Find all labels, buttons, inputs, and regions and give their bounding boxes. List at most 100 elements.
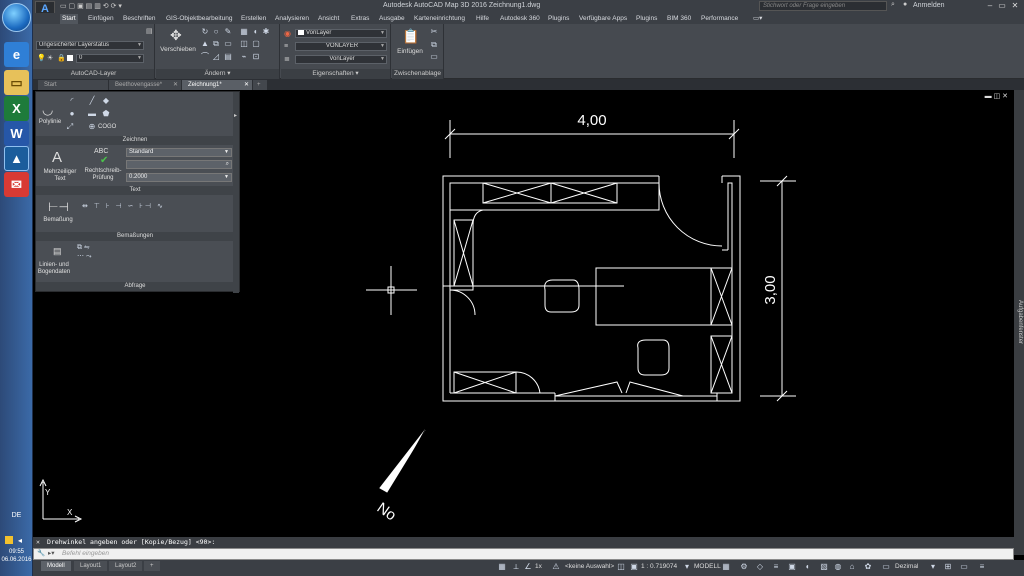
task-palette-label[interactable]: Aufgabenfenster (1015, 300, 1023, 350)
stretch-icon[interactable]: ◐ (252, 28, 260, 36)
list-icon[interactable]: ▤ (53, 246, 62, 257)
lock-icon[interactable]: ▣ (629, 562, 639, 572)
rectangle-icon[interactable]: ▬ (88, 110, 96, 118)
add-layout-button[interactable]: + (144, 561, 160, 571)
file-tab-beethovengasse[interactable]: Beethovengasse* ✕ (109, 80, 181, 90)
tab-beschriften[interactable]: Beschriften (121, 14, 158, 24)
quick-properties-icon[interactable]: ⊞ (943, 562, 953, 572)
selection-filter-icon[interactable]: ◫ (616, 562, 626, 572)
extend-icon[interactable]: ▤ (224, 53, 232, 61)
color-dropdown[interactable]: VonLayer ▼ (295, 29, 387, 38)
panel-title-zwischenablage[interactable]: Zwischenablage (392, 69, 443, 79)
lineweight-dropdown[interactable]: VonLayer ▼ (295, 55, 387, 64)
trim-icon[interactable]: ▢ (252, 40, 260, 48)
dimension-icon[interactable]: ⊢⊣ (48, 200, 69, 214)
text-find-field[interactable]: ⌕ (126, 160, 232, 169)
mail-icon[interactable]: ✉ (4, 172, 29, 197)
spellcheck-icon[interactable]: ✔ (100, 155, 108, 166)
panel-handle[interactable]: ▸ (233, 92, 239, 293)
osnap-icon[interactable]: ◇ (755, 562, 765, 572)
move-icon[interactable]: ✥ (170, 27, 182, 44)
annotation-scale[interactable]: 1x (535, 563, 542, 570)
settings-icon[interactable]: ✿ (863, 562, 873, 572)
mirror-icon[interactable]: ▲ (201, 40, 209, 48)
layer-freeze-icon[interactable]: ☀ (47, 54, 53, 62)
panel-title-abfrage[interactable]: Abfrage (36, 282, 234, 291)
fillet-icon[interactable]: ⌒ (201, 53, 209, 61)
dimension-tools-icons[interactable]: ⇹ ⊤ ⊦ ⊣ ∽ ⊦⊣ ∿ (82, 202, 165, 210)
join-icon[interactable]: ⌁ (240, 53, 248, 61)
volume-icon[interactable]: ◂ (18, 536, 22, 545)
query-list-button[interactable]: Linien- und Bogendaten (36, 262, 72, 276)
layout-tab-layout1[interactable]: Layout1 (74, 561, 108, 571)
copy-clip-icon[interactable]: ⧉ (430, 41, 438, 49)
cut-icon[interactable]: ✂ (430, 28, 438, 36)
tab-analysieren[interactable]: Analysieren (273, 14, 311, 24)
explode-icon[interactable]: ✱ (262, 28, 270, 36)
isolate-icon[interactable]: ◐ (803, 562, 813, 572)
chamfer-icon[interactable]: ◿ (212, 53, 220, 61)
tab-hilfe[interactable]: Hilfe (474, 14, 491, 24)
tab-plugins[interactable]: Plugins (546, 14, 571, 24)
selection-status[interactable]: <keine Auswahl> (565, 563, 614, 570)
text-style-dropdown[interactable]: Standard ▼ (126, 148, 232, 157)
minimize-icon[interactable]: – (984, 1, 996, 11)
word-icon[interactable]: W (4, 121, 29, 146)
polygon-icon[interactable]: ⬟ (102, 110, 110, 118)
tab-start[interactable]: Start (60, 14, 78, 24)
close-icon[interactable]: ✕ (1009, 1, 1021, 11)
layout-tab-modell[interactable]: Modell (41, 561, 71, 571)
windows-start-button[interactable] (2, 3, 31, 32)
snap-icon[interactable]: ▦ (721, 562, 731, 572)
tab-performance[interactable]: Performance (699, 14, 740, 24)
linetype-dropdown[interactable]: VONLAYER ▼ (295, 42, 387, 51)
excel-icon[interactable]: X (4, 96, 29, 121)
workspace-icon[interactable]: ⚙ (739, 562, 749, 572)
tab-verfuegbare-apps[interactable]: Verfügbare Apps (577, 14, 629, 24)
tab-karteneinrichtung[interactable]: Karteneinrichtung (412, 14, 467, 24)
wrench-icon[interactable]: 🔧 (37, 549, 45, 559)
cogo-button[interactable]: COGO (98, 124, 120, 131)
hardware-accel-icon[interactable]: ▧ (819, 562, 829, 572)
ribbon-options-icon[interactable]: ▭▾ (751, 14, 764, 24)
text-height-dropdown[interactable]: 0.2000 ▼ (126, 173, 232, 182)
tab-plugins-2[interactable]: Plugins (634, 14, 659, 24)
viewport-scale[interactable]: 1 : 0.719074 (641, 563, 677, 570)
sign-in-link[interactable]: Anmelden (913, 2, 945, 9)
panel-title-eigenschaften[interactable]: Eigenschaften ▾ (281, 69, 390, 79)
array-icon[interactable]: ▦ (240, 28, 248, 36)
command-close-icon[interactable]: ✕ (36, 537, 40, 548)
help-search-input[interactable]: Stichwort oder Frage eingeben (759, 1, 887, 11)
transparency-icon[interactable]: ▣ (787, 562, 797, 572)
command-line[interactable]: 🔧 ▸▾ Befehl eingeben (33, 548, 1014, 560)
move-button[interactable]: Verschieben (159, 46, 197, 54)
quick-access-toolbar[interactable]: ▭ ▢ ▣ ▤ ▥ ⟲ ⟳ ▾ (60, 2, 122, 10)
polyline-button[interactable]: Polylinie (36, 119, 64, 126)
match-icon[interactable]: ▭ (430, 53, 438, 61)
layer-bulb-icon[interactable]: 💡 (37, 54, 46, 62)
file-explorer-icon[interactable]: ▭ (4, 70, 29, 95)
close-icon[interactable]: ✕ (173, 80, 178, 90)
lineweight-icon[interactable]: ≣ (284, 55, 290, 63)
layer-properties-icon[interactable]: ▤ (146, 27, 153, 35)
match-properties-icon[interactable]: ◉ (284, 29, 291, 38)
arc-icon[interactable]: ◜ (68, 97, 76, 105)
dimension-button[interactable]: Bemaßung (38, 217, 78, 224)
polar-icon[interactable]: ∠ (523, 562, 533, 572)
offset-icon[interactable]: ▭ (224, 40, 232, 48)
panel-title-zeichnen[interactable]: Zeichnen (36, 136, 234, 145)
tab-gis-objektbearbeitung[interactable]: GIS-Objektbearbeitung (164, 14, 234, 24)
restore-icon[interactable]: ▭ (996, 1, 1008, 11)
panel-title-layer[interactable]: AutoCAD-Layer (33, 69, 154, 79)
scale-icon[interactable]: ◫ (240, 40, 248, 48)
internet-explorer-icon[interactable]: e (4, 42, 29, 67)
tab-bim-360[interactable]: BIM 360 (665, 14, 693, 24)
erase-icon[interactable]: ✎ (224, 28, 232, 36)
circle-icon[interactable]: ○ (212, 28, 220, 36)
clean-screen-icon[interactable]: ◍ (833, 562, 843, 572)
annotation-visibility-icon[interactable]: ⚠ (551, 562, 561, 572)
layer-lock-icon[interactable]: 🔒 (57, 54, 66, 62)
tab-erstellen[interactable]: Erstellen (239, 14, 268, 24)
close-icon[interactable]: ✕ (244, 80, 249, 90)
layer-status-dropdown[interactable]: Ungesicherter Layerstatus ▼ (36, 41, 144, 50)
